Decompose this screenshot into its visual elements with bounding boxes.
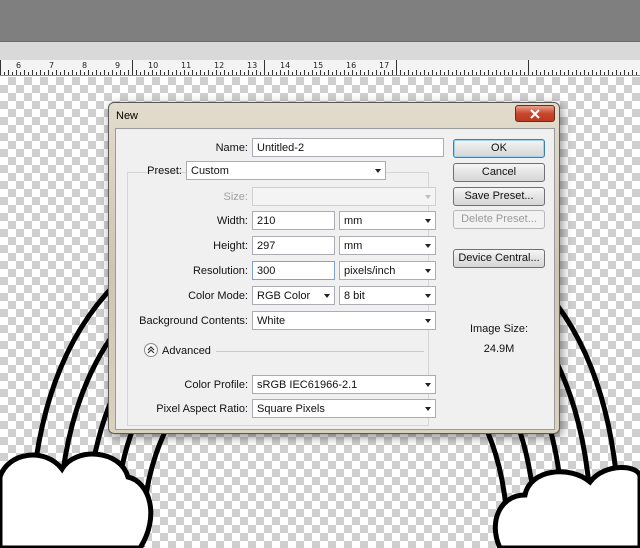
ruler-label: 10 [148, 61, 159, 70]
cloud-right [492, 465, 640, 548]
save-preset-button[interactable]: Save Preset... [453, 187, 545, 206]
advanced-divider [216, 351, 424, 352]
cloud-left [0, 451, 154, 548]
size-select [252, 187, 436, 206]
background-contents-label: Background Contents: [139, 315, 248, 327]
chevron-down-icon [375, 169, 381, 173]
chevron-down-icon [425, 195, 431, 199]
chevron-down-icon [425, 269, 431, 273]
ruler-label: 8 [82, 61, 88, 70]
new-document-dialog: New Name: Untitled-2 Preset: Custom Size… [108, 102, 560, 434]
application-frame [0, 0, 640, 42]
image-size-label: Image Size: [469, 323, 529, 335]
dialog-title: New [116, 110, 139, 122]
height-unit-select[interactable]: mm [339, 236, 436, 255]
height-unit-value: mm [344, 240, 363, 252]
pixel-aspect-ratio-value: Square Pixels [257, 403, 325, 415]
width-unit-select[interactable]: mm [339, 211, 436, 230]
height-label: Height: [213, 240, 248, 252]
resolution-unit-select[interactable]: pixels/inch [339, 261, 436, 280]
preset-select[interactable]: Custom [186, 161, 386, 180]
color-profile-select[interactable]: sRGB IEC61966-2.1 [252, 375, 436, 394]
bit-depth-select[interactable]: 8 bit [339, 286, 436, 305]
ruler-label: 9 [115, 61, 121, 70]
width-unit-value: mm [344, 215, 363, 227]
color-profile-value: sRGB IEC61966-2.1 [257, 379, 358, 391]
color-profile-label: Color Profile: [184, 379, 248, 391]
preset-label: Preset: [147, 165, 182, 177]
background-contents-value: White [257, 315, 286, 327]
chevron-down-icon [425, 219, 431, 223]
image-size-value: 24.9M [483, 343, 515, 355]
ruler-label: 17 [379, 61, 390, 70]
size-label: Size: [223, 191, 248, 203]
horizontal-ruler: 6 7 8 9 10 11 12 13 14 15 16 17 [0, 60, 640, 76]
close-button[interactable] [515, 105, 555, 122]
chevron-down-icon [425, 294, 431, 298]
height-field[interactable]: 297 [252, 236, 335, 255]
color-mode-value: RGB Color [257, 290, 311, 302]
chevron-down-icon [324, 294, 330, 298]
color-mode-select[interactable]: RGB Color [252, 286, 335, 305]
options-bar [0, 42, 640, 60]
collapse-up-icon [147, 346, 155, 354]
cancel-button[interactable]: Cancel [453, 163, 545, 182]
ruler-label: 12 [214, 61, 225, 70]
ruler-label: 13 [247, 61, 258, 70]
resolution-unit-value: pixels/inch [344, 265, 396, 277]
chevron-down-icon [425, 244, 431, 248]
delete-preset-button: Delete Preset... [453, 210, 545, 229]
chevron-down-icon [425, 383, 431, 387]
pixel-aspect-ratio-label: Pixel Aspect Ratio: [156, 403, 248, 415]
close-icon [530, 108, 540, 119]
chevron-down-icon [425, 407, 431, 411]
ruler-label: 14 [280, 61, 291, 70]
advanced-label: Advanced [162, 345, 211, 357]
resolution-label: Resolution: [192, 265, 248, 277]
color-mode-label: Color Mode: [188, 290, 248, 302]
ruler-label: 11 [181, 61, 192, 70]
ruler-label: 15 [313, 61, 324, 70]
bit-depth-value: 8 bit [344, 290, 365, 302]
ruler-label: 7 [49, 61, 55, 70]
resolution-field[interactable]: 300 [252, 261, 335, 280]
ruler-label: 6 [16, 61, 22, 70]
ok-button[interactable]: OK [453, 139, 545, 158]
name-label: Name: [215, 142, 248, 154]
name-field[interactable]: Untitled-2 [252, 138, 444, 157]
pixel-aspect-ratio-select[interactable]: Square Pixels [252, 399, 436, 418]
background-contents-select[interactable]: White [252, 311, 436, 330]
width-label: Width: [216, 215, 248, 227]
advanced-toggle-button[interactable] [144, 343, 158, 357]
preset-value: Custom [191, 165, 229, 177]
chevron-down-icon [425, 319, 431, 323]
device-central-button[interactable]: Device Central... [453, 249, 545, 268]
dialog-titlebar[interactable]: New [109, 103, 559, 127]
width-field[interactable]: 210 [252, 211, 335, 230]
ruler-label: 16 [346, 61, 357, 70]
dialog-body: Name: Untitled-2 Preset: Custom Size: Wi… [115, 128, 555, 430]
